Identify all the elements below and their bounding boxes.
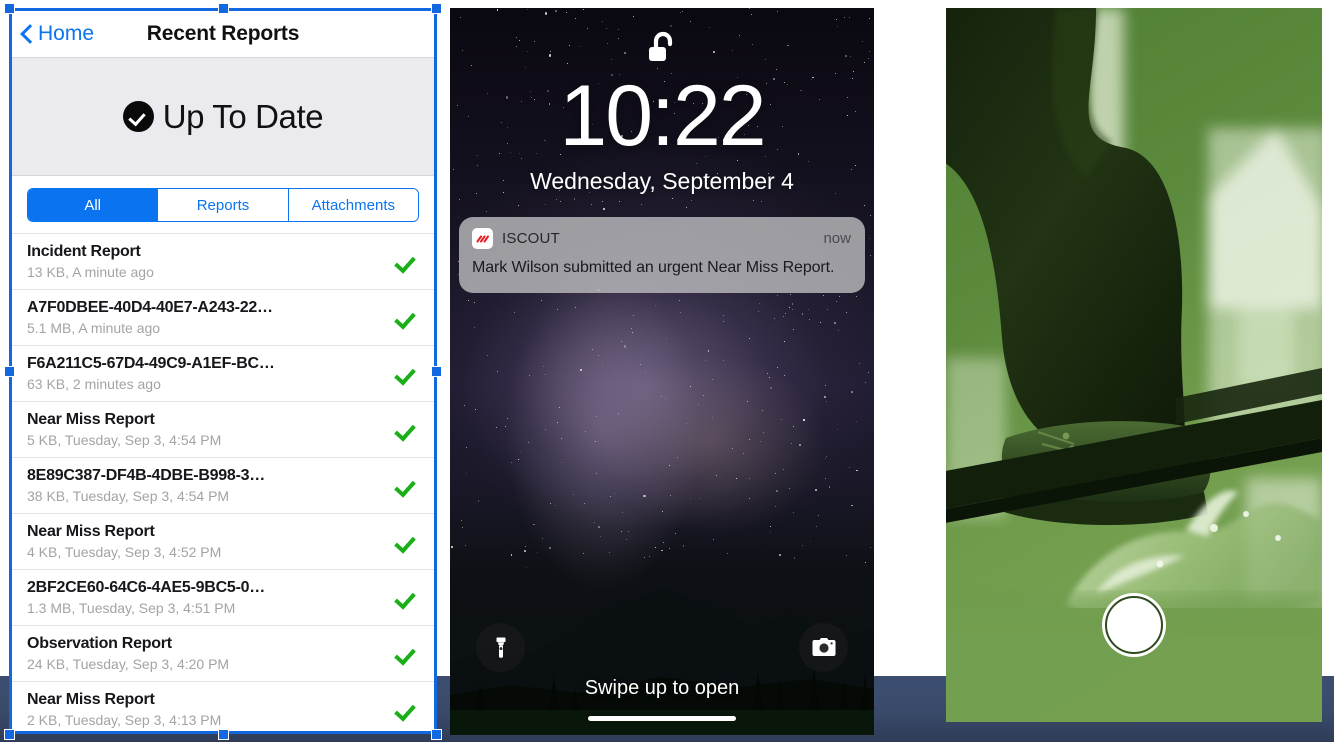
green-check-icon <box>393 252 419 272</box>
camera-capture-screen <box>946 8 1322 722</box>
green-check-icon <box>393 364 419 384</box>
sync-status-banner: Up To Date <box>11 58 435 176</box>
table-row[interactable]: A7F0DBEE-40D4-40E7-A243-22… 5.1 MB, A min… <box>11 289 435 345</box>
table-row[interactable]: Observation Report 24 KB, Tuesday, Sep 3,… <box>11 625 435 681</box>
row-meta: 13 KB, A minute ago <box>27 264 154 280</box>
flashlight-button[interactable] <box>476 623 525 672</box>
resize-handle-top-right[interactable] <box>431 3 442 14</box>
recent-reports-screen: Home Recent Reports Up To Date All Repor… <box>11 10 435 732</box>
notification-banner[interactable]: ISCOUT now Mark Wilson submitted an urge… <box>459 217 865 293</box>
row-meta: 5.1 MB, A minute ago <box>27 320 161 336</box>
row-text-group: Incident Report 13 KB, A minute ago <box>27 242 393 281</box>
notification-app-name: ISCOUT <box>502 230 560 247</box>
row-title: Observation Report <box>27 635 172 652</box>
row-title: Near Miss Report <box>27 691 155 708</box>
camera-shutter-button[interactable] <box>1102 593 1166 657</box>
page-title: Recent Reports <box>146 21 300 45</box>
resize-handle-bottom-center[interactable] <box>218 729 229 740</box>
row-title: F6A211C5-67D4-49C9-A1EF-BC… <box>27 355 275 372</box>
row-title: Near Miss Report <box>27 411 155 428</box>
row-meta: 24 KB, Tuesday, Sep 3, 4:20 PM <box>27 656 230 672</box>
resize-handle-bottom-right[interactable] <box>431 729 442 740</box>
resize-handle-middle-left[interactable] <box>4 366 15 377</box>
home-indicator[interactable] <box>588 716 736 721</box>
table-row[interactable]: Near Miss Report 5 KB, Tuesday, Sep 3, 4:… <box>11 401 435 457</box>
green-check-icon <box>393 700 419 720</box>
lock-screen-clock: 10:22 <box>559 68 766 164</box>
reports-list: Incident Report 13 KB, A minute ago A7F0DB… <box>11 233 435 732</box>
filter-bar: All Reports Attachments <box>11 176 435 233</box>
tab-reports[interactable]: Reports <box>157 189 288 221</box>
lock-screen-date: Wednesday, September 4 <box>530 168 794 194</box>
row-meta: 4 KB, Tuesday, Sep 3, 4:52 PM <box>27 544 222 560</box>
row-text-group: F6A211C5-67D4-49C9-A1EF-BC… 63 KB, 2 minu… <box>27 354 393 393</box>
row-meta: 5 KB, Tuesday, Sep 3, 4:54 PM <box>27 432 222 448</box>
table-row[interactable]: Near Miss Report 4 KB, Tuesday, Sep 3, 4:… <box>11 513 435 569</box>
flashlight-icon <box>496 637 505 658</box>
table-row[interactable]: Incident Report 13 KB, A minute ago <box>11 233 435 289</box>
resize-handle-middle-right[interactable] <box>431 366 442 377</box>
row-text-group: Observation Report 24 KB, Tuesday, Sep 3,… <box>27 634 393 673</box>
row-title: 8E89C387-DF4B-4DBE-B998-3… <box>27 467 266 484</box>
green-check-icon <box>393 532 419 552</box>
tab-all[interactable]: All <box>28 189 158 221</box>
navigation-bar: Home Recent Reports <box>11 10 435 58</box>
table-row[interactable]: Near Miss Report 2 KB, Tuesday, Sep 3, 4:… <box>11 681 435 732</box>
table-row[interactable]: F6A211C5-67D4-49C9-A1EF-BC… 63 KB, 2 minu… <box>11 345 435 401</box>
row-text-group: A7F0DBEE-40D4-40E7-A243-22… 5.1 MB, A min… <box>27 298 393 337</box>
iscout-app-icon <box>472 228 493 249</box>
row-title: Incident Report <box>27 243 141 260</box>
tab-attachments[interactable]: Attachments <box>287 189 418 221</box>
green-check-icon <box>393 308 419 328</box>
green-check-icon <box>393 588 419 608</box>
row-text-group: 8E89C387-DF4B-4DBE-B998-3… 38 KB, Tuesday… <box>27 466 393 505</box>
resize-handle-top-center[interactable] <box>218 3 229 14</box>
row-title: A7F0DBEE-40D4-40E7-A243-22… <box>27 299 273 316</box>
row-meta: 2 KB, Tuesday, Sep 3, 4:13 PM <box>27 712 222 728</box>
row-text-group: Near Miss Report 5 KB, Tuesday, Sep 3, 4:… <box>27 410 393 449</box>
sync-status-label: Up To Date <box>162 97 324 135</box>
table-row[interactable]: 8E89C387-DF4B-4DBE-B998-3… 38 KB, Tuesday… <box>11 457 435 513</box>
camera-icon <box>812 637 835 656</box>
notification-message: Mark Wilson submitted an urgent Near Mis… <box>472 259 835 276</box>
resize-handle-bottom-left[interactable] <box>4 729 15 740</box>
row-meta: 63 KB, 2 minutes ago <box>27 376 161 392</box>
row-meta: 38 KB, Tuesday, Sep 3, 4:54 PM <box>27 488 230 504</box>
green-check-icon <box>393 476 419 496</box>
segmented-control[interactable]: All Reports Attachments <box>27 188 419 222</box>
notification-timestamp: now <box>823 230 851 247</box>
notification-header: ISCOUT now <box>472 228 851 249</box>
row-text-group: Near Miss Report 4 KB, Tuesday, Sep 3, 4:… <box>27 522 393 561</box>
row-meta: 1.3 MB, Tuesday, Sep 3, 4:51 PM <box>27 600 236 616</box>
lock-screen: 10:22 Wednesday, September 4 ISCOUT now … <box>450 8 874 735</box>
table-row[interactable]: 2BF2CE60-64C6-4AE5-9BC5-0… 1.3 MB, Tuesda… <box>11 569 435 625</box>
camera-button[interactable] <box>799 623 848 672</box>
screenshot-root: Home Recent Reports Up To Date All Repor… <box>0 0 1334 742</box>
row-text-group: Near Miss Report 2 KB, Tuesday, Sep 3, 4:… <box>27 690 393 729</box>
check-circle-icon <box>122 101 154 132</box>
green-check-icon <box>393 644 419 664</box>
resize-handle-top-left[interactable] <box>4 3 15 14</box>
green-check-icon <box>393 420 419 440</box>
row-text-group: 2BF2CE60-64C6-4AE5-9BC5-0… 1.3 MB, Tuesda… <box>27 578 393 617</box>
row-title: 2BF2CE60-64C6-4AE5-9BC5-0… <box>27 579 266 596</box>
row-title: Near Miss Report <box>27 523 155 540</box>
swipe-up-hint: Swipe up to open <box>584 677 740 699</box>
